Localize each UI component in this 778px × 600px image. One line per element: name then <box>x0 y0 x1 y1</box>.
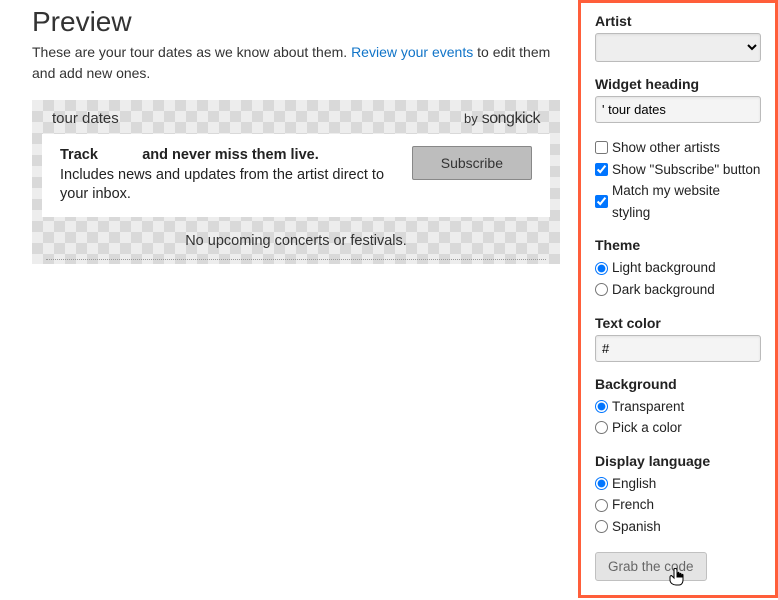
show-subscribe-label: Show "Subscribe" button <box>612 159 760 181</box>
theme-light-radio[interactable] <box>595 262 608 275</box>
by-label: by <box>464 111 478 126</box>
widget-heading-label: Widget heading <box>595 76 761 92</box>
lang-fr-label: French <box>612 494 654 516</box>
settings-panel: Artist Widget heading Show other artists… <box>578 0 778 598</box>
theme-dark-radio[interactable] <box>595 283 608 296</box>
lang-es-label: Spanish <box>612 516 661 538</box>
background-label: Background <box>595 376 761 392</box>
desc-pre: These are your tour dates as we know abo… <box>32 44 351 60</box>
show-other-artists-label: Show other artists <box>612 137 720 159</box>
text-color-label: Text color <box>595 315 761 331</box>
match-styling-checkbox[interactable] <box>595 195 608 208</box>
lang-fr-radio[interactable] <box>595 499 608 512</box>
widget-title: tour dates <box>52 110 119 127</box>
widget-heading-input[interactable] <box>595 96 761 123</box>
no-concerts-text: No upcoming concerts or festivals. <box>42 217 550 259</box>
widget-attribution: by songkick <box>464 110 540 128</box>
match-styling-label: Match my website styling <box>612 180 761 223</box>
songkick-logo: songkick <box>482 110 540 128</box>
subscribe-button[interactable]: Subscribe <box>412 146 532 180</box>
track-suffix: and never miss them live. <box>142 147 319 163</box>
theme-label: Theme <box>595 237 761 253</box>
track-prefix: Track <box>60 147 98 163</box>
lang-en-label: English <box>612 473 656 495</box>
widget-body-text: Track and never miss them live. Includes… <box>60 146 398 205</box>
widget-title-suffix: tour dates <box>52 110 119 127</box>
preview-description: These are your tour dates as we know abo… <box>32 42 560 84</box>
show-subscribe-checkbox[interactable] <box>595 163 608 176</box>
artist-label: Artist <box>595 13 761 29</box>
widget-preview: tour dates by songkick Track and never m… <box>32 100 560 264</box>
includes-text: Includes news and updates from the artis… <box>60 167 384 203</box>
grab-code-button[interactable]: Grab the code <box>595 552 707 581</box>
artist-select[interactable] <box>595 33 761 62</box>
bg-transparent-radio[interactable] <box>595 400 608 413</box>
preview-title: Preview <box>32 6 560 38</box>
theme-dark-label: Dark background <box>612 279 715 301</box>
theme-light-label: Light background <box>612 257 716 279</box>
bg-transparent-label: Transparent <box>612 396 684 418</box>
review-events-link[interactable]: Review your events <box>351 44 473 60</box>
lang-es-radio[interactable] <box>595 520 608 533</box>
language-label: Display language <box>595 453 761 469</box>
show-other-artists-checkbox[interactable] <box>595 141 608 154</box>
text-color-input[interactable] <box>595 335 761 362</box>
bg-pick-label: Pick a color <box>612 417 682 439</box>
bg-pick-radio[interactable] <box>595 421 608 434</box>
lang-en-radio[interactable] <box>595 477 608 490</box>
widget-divider <box>46 259 546 260</box>
